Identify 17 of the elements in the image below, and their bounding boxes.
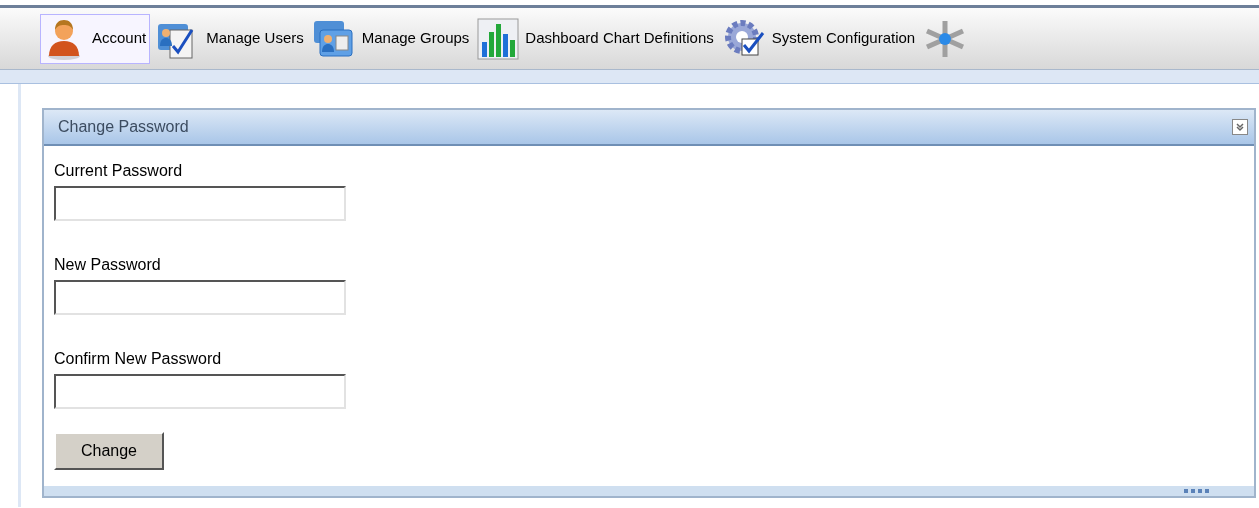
bar-chart-icon [477, 17, 520, 60]
field-label: New Password [54, 255, 161, 275]
toolbar-tab[interactable]: Manage Users [154, 13, 306, 64]
toolbar-tab[interactable]: Account [40, 13, 151, 64]
resize-grip-icon[interactable] [1184, 489, 1210, 493]
panel-title: Change Password [58, 117, 189, 137]
password-field[interactable] [54, 280, 346, 315]
change-button[interactable]: Change [54, 432, 164, 470]
toolbar-tab[interactable]: Dashboard Chart Definitions [475, 13, 716, 64]
collapse-button[interactable] [1232, 119, 1248, 135]
field-label: Current Password [54, 161, 183, 181]
password-field[interactable] [54, 186, 346, 221]
field-label: Confirm New Password [54, 349, 222, 369]
double-chevron-icon [1235, 122, 1245, 132]
toolbar-tab[interactable]: System Configuration [719, 13, 918, 64]
password-field[interactable] [54, 374, 346, 409]
toolbar-tab[interactable]: Manage Groups [309, 13, 472, 64]
